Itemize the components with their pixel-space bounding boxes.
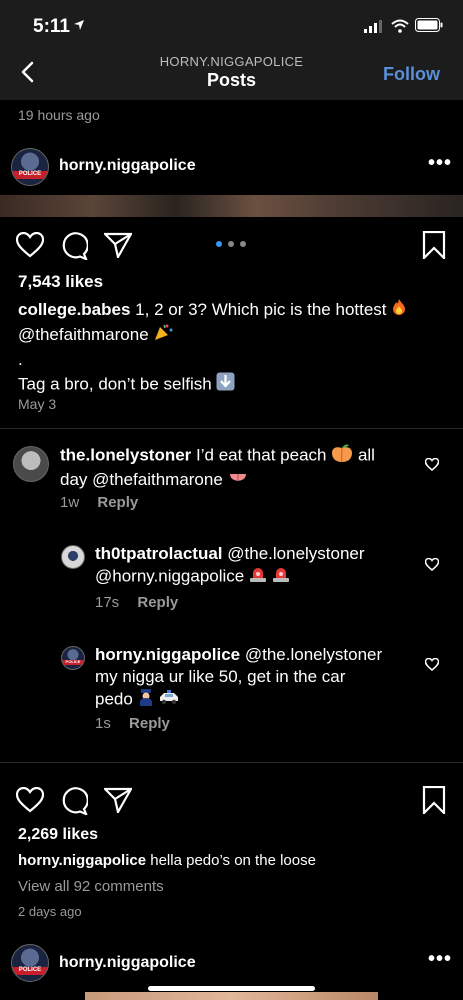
reply-button[interactable]: Reply <box>129 715 170 732</box>
caption-text: 1, 2 or 3? Which pic is the hottest <box>135 300 387 319</box>
location-arrow-icon <box>74 20 84 30</box>
post-date: May 3 <box>18 396 57 412</box>
bookmark-icon[interactable] <box>422 786 446 814</box>
caption-dot: . <box>18 350 23 370</box>
comment-icon[interactable] <box>60 232 88 260</box>
more-dots-icon[interactable]: ••• <box>428 152 452 175</box>
post-image[interactable] <box>85 992 378 1000</box>
comment-text: my nigga ur like 50, get in the car <box>95 667 346 686</box>
avatar[interactable]: POLICE <box>11 944 49 982</box>
comment-age: 1s <box>95 715 111 732</box>
comment-like-heart-icon[interactable] <box>425 458 439 471</box>
siren-emoji-icon <box>272 565 290 589</box>
comment-mention[interactable]: @the.lonelystoner <box>227 544 364 563</box>
caption-username[interactable]: horny.niggapolice <box>18 852 146 869</box>
post-caption: college.babes 1, 2 or 3? Which pic is th… <box>18 298 448 398</box>
caption-text: hella pedo’s on the loose <box>150 852 316 869</box>
police-badge-icon: POLICE <box>12 170 48 179</box>
divider <box>0 428 463 429</box>
police-badge-icon: POLICE <box>12 966 48 975</box>
post-caption: horny.niggapolice hella pedo’s on the lo… <box>18 852 316 869</box>
post-username[interactable]: horny.niggapolice <box>59 954 196 972</box>
comment-text: all <box>357 445 375 465</box>
post-time: 2 days ago <box>18 904 82 919</box>
comment-mention[interactable]: @the.lonelystoner <box>245 645 382 664</box>
down-arrow-emoji-icon <box>216 372 235 398</box>
bookmark-icon[interactable] <box>422 231 446 259</box>
heart-icon[interactable] <box>16 232 44 258</box>
follow-button[interactable]: Follow <box>383 64 440 85</box>
comment-body: th0tpatrolactual @the.lonelystoner @horn… <box>95 543 415 589</box>
status-time: 5:11 <box>33 16 70 37</box>
tongue-emoji-icon <box>228 470 248 492</box>
carousel-dot <box>228 241 234 247</box>
likes-count[interactable]: 7,543 likes <box>18 272 103 292</box>
caption-mention[interactable]: @thefaithmarone <box>18 325 149 344</box>
caption-username[interactable]: college.babes <box>18 300 130 319</box>
comment-icon[interactable] <box>60 787 88 815</box>
home-indicator <box>148 986 315 991</box>
commenter-avatar[interactable] <box>13 446 49 482</box>
comment-like-heart-icon[interactable] <box>425 558 439 571</box>
likes-count[interactable]: 2,269 likes <box>18 826 98 844</box>
caption-tag-line: Tag a bro, don’t be selfish <box>18 374 212 394</box>
comment-username[interactable]: horny.niggapolice <box>95 645 240 664</box>
view-all-comments-link[interactable]: View all 92 comments <box>18 878 164 895</box>
comment-meta: 1s Reply <box>95 715 170 732</box>
avatar[interactable]: POLICE <box>11 148 49 186</box>
comment-age: 17s <box>95 594 120 611</box>
comment-body: horny.niggapolice @the.lonelystoner my n… <box>95 644 415 712</box>
comment-mention[interactable]: @horny.niggapolice <box>95 566 244 585</box>
carousel-indicator <box>216 241 250 247</box>
heart-icon[interactable] <box>16 787 44 813</box>
wifi-icon <box>391 19 409 33</box>
share-icon[interactable] <box>104 787 132 813</box>
police-officer-emoji-icon <box>138 688 154 712</box>
carousel-dot-active <box>216 241 222 247</box>
comment-username[interactable]: th0tpatrolactual <box>95 544 223 563</box>
reply-button[interactable]: Reply <box>137 594 178 611</box>
siren-emoji-icon <box>249 565 267 589</box>
nav-bar: HORNY.NIGGAPOLICE Posts Follow <box>0 52 463 100</box>
comment-meta: 17s Reply <box>95 594 178 611</box>
comment-text: I’d eat that peach <box>196 445 327 465</box>
battery-icon <box>415 18 443 32</box>
post-image[interactable] <box>0 195 463 217</box>
police-badge-icon: POLICE <box>62 660 84 666</box>
commenter-avatar[interactable]: POLICE <box>61 646 85 670</box>
comment-text: day @thefaithmarone <box>60 470 223 489</box>
comment-meta: 1w Reply <box>60 494 138 511</box>
prev-post-time: 19 hours ago <box>18 107 100 123</box>
divider <box>0 762 463 763</box>
status-bar: 5:11 <box>0 0 463 52</box>
commenter-avatar[interactable] <box>61 545 85 569</box>
party-popper-emoji-icon <box>153 323 173 348</box>
signal-icon <box>364 20 382 33</box>
share-icon[interactable] <box>104 232 132 258</box>
comment-age: 1w <box>60 494 80 511</box>
more-dots-icon[interactable]: ••• <box>428 948 452 971</box>
comment-text: pedo <box>95 689 133 709</box>
comment-username[interactable]: the.lonelystoner <box>60 445 191 464</box>
carousel-dot <box>240 241 246 247</box>
comment-body: the.lonelystoner I’d eat that peach all … <box>60 443 410 492</box>
fire-emoji-icon <box>391 298 407 323</box>
post-username[interactable]: horny.niggapolice <box>59 157 196 175</box>
police-car-emoji-icon <box>158 689 180 711</box>
reply-button[interactable]: Reply <box>97 494 138 511</box>
comment-like-heart-icon[interactable] <box>425 658 439 671</box>
peach-emoji-icon <box>331 443 353 469</box>
